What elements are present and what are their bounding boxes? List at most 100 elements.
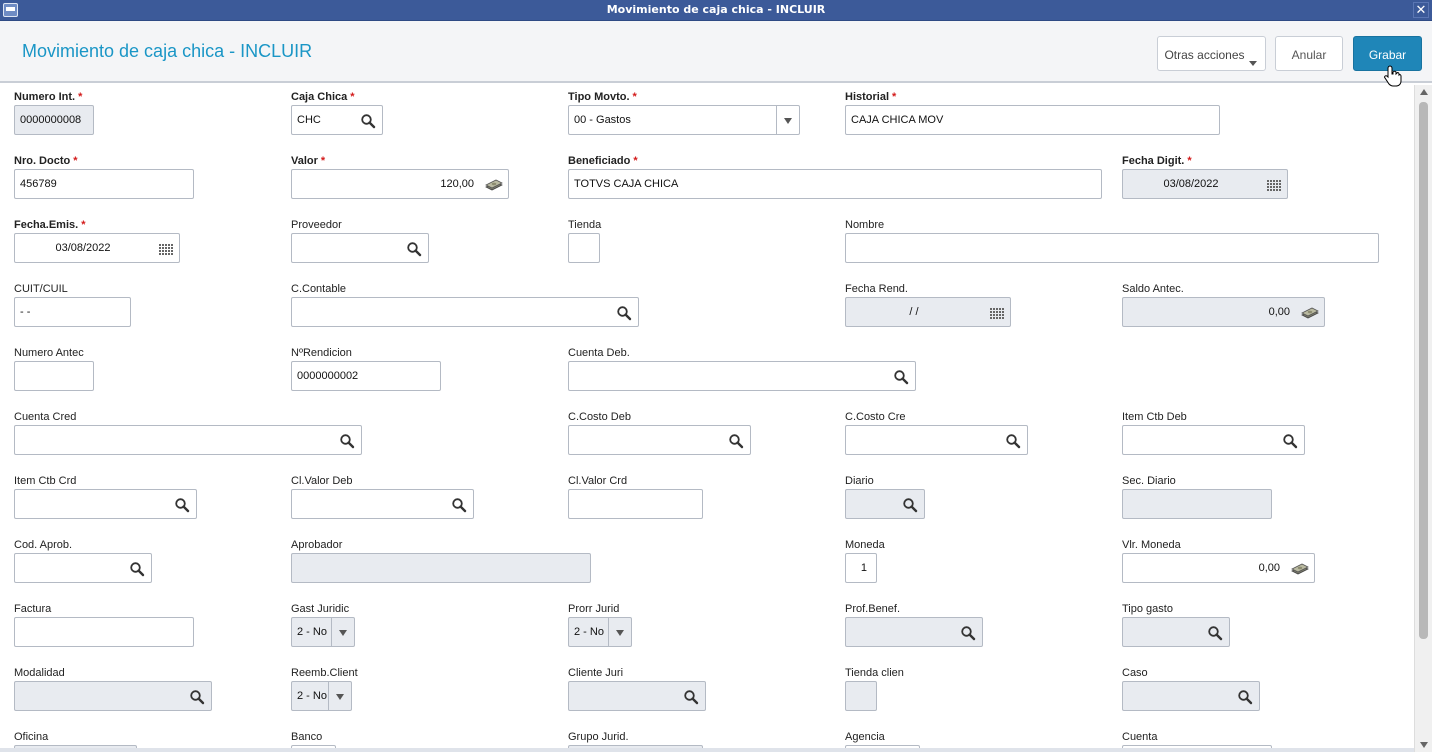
select-divider bbox=[608, 618, 609, 646]
prorr-jurid-input[interactable]: 2 - No bbox=[568, 617, 632, 647]
cancel-button[interactable]: Anular bbox=[1275, 36, 1343, 71]
numero-antec-input[interactable] bbox=[14, 361, 94, 391]
reemb-client-input[interactable]: 2 - No bbox=[291, 681, 352, 711]
numero-int-input[interactable]: 0000000008 bbox=[14, 105, 94, 135]
c-costo-cre-input[interactable] bbox=[845, 425, 1028, 455]
aprobador-input[interactable] bbox=[291, 553, 591, 583]
vertical-scrollbar[interactable] bbox=[1414, 85, 1432, 752]
nro-docto-input[interactable]: 456789 bbox=[14, 169, 194, 199]
tienda-input[interactable] bbox=[568, 233, 600, 263]
chevron-down-icon[interactable] bbox=[339, 630, 347, 636]
chevron-down-icon[interactable] bbox=[336, 694, 344, 700]
diario-input[interactable] bbox=[845, 489, 925, 519]
tienda-clien-input[interactable] bbox=[845, 681, 877, 711]
search-icon[interactable] bbox=[1207, 625, 1223, 641]
c-costo-deb-input[interactable] bbox=[568, 425, 751, 455]
field-value: 00 - Gastos bbox=[574, 114, 631, 126]
fecha-emis-input[interactable]: 03/08/2022 bbox=[14, 233, 180, 263]
search-icon[interactable] bbox=[339, 433, 355, 449]
field-label: C.Costo Cre bbox=[845, 411, 906, 423]
saldo-antec-input[interactable]: 0,00 bbox=[1122, 297, 1325, 327]
cl-valor-deb-input[interactable] bbox=[291, 489, 474, 519]
scroll-up-icon[interactable] bbox=[1420, 89, 1428, 95]
calendar-icon[interactable] bbox=[1266, 177, 1282, 193]
sec-diario-input[interactable] bbox=[1122, 489, 1272, 519]
field-prorr-jurid: Prorr Jurid 2 - No bbox=[568, 603, 642, 649]
field-label-text: Cl.Valor Crd bbox=[568, 475, 628, 487]
money-icon[interactable] bbox=[1301, 305, 1319, 321]
search-icon[interactable] bbox=[616, 305, 632, 321]
cuit-cuil-input[interactable]: - - bbox=[14, 297, 131, 327]
search-icon[interactable] bbox=[406, 241, 422, 257]
scroll-thumb[interactable] bbox=[1419, 102, 1428, 639]
search-icon[interactable] bbox=[129, 561, 145, 577]
field-label: Reemb.Client bbox=[291, 667, 358, 679]
calendar-icon[interactable] bbox=[989, 305, 1005, 321]
fecha-rend-input[interactable]: / / bbox=[845, 297, 1011, 327]
caja-chica-input[interactable]: CHC bbox=[291, 105, 383, 135]
field-c-costo-deb: C.Costo Deb bbox=[568, 411, 761, 457]
historial-input[interactable]: CAJA CHICA MOV bbox=[845, 105, 1220, 135]
search-icon[interactable] bbox=[189, 689, 205, 705]
search-icon[interactable] bbox=[728, 433, 744, 449]
select-divider bbox=[331, 618, 332, 646]
money-icon[interactable] bbox=[485, 177, 503, 193]
nombre-input[interactable] bbox=[845, 233, 1379, 263]
item-ctb-crd-input[interactable] bbox=[14, 489, 197, 519]
cuenta-deb-input[interactable] bbox=[568, 361, 916, 391]
field-cl-valor-crd: Cl.Valor Crd bbox=[568, 475, 713, 521]
field-label: Oficina bbox=[14, 731, 48, 743]
field-historial: Historial * CAJA CHICA MOV bbox=[845, 91, 1230, 137]
proveedor-input[interactable] bbox=[291, 233, 429, 263]
search-icon[interactable] bbox=[1237, 689, 1253, 705]
gast-juridic-input[interactable]: 2 - No bbox=[291, 617, 355, 647]
field-tipo-gasto: Tipo gasto bbox=[1122, 603, 1240, 649]
scroll-down-icon[interactable] bbox=[1420, 742, 1428, 748]
moneda-input[interactable]: 1 bbox=[845, 553, 877, 583]
cuenta-cred-input[interactable] bbox=[14, 425, 362, 455]
cl-valor-crd-input[interactable] bbox=[568, 489, 703, 519]
chevron-down-icon[interactable] bbox=[784, 118, 792, 124]
field-label-text: Tipo gasto bbox=[1122, 603, 1173, 615]
money-icon[interactable] bbox=[1291, 561, 1309, 577]
search-icon[interactable] bbox=[451, 497, 467, 513]
vlr-moneda-input[interactable]: 0,00 bbox=[1122, 553, 1315, 583]
cod-aprob-input[interactable] bbox=[14, 553, 152, 583]
item-ctb-deb-input[interactable] bbox=[1122, 425, 1305, 455]
field-cod-aprob: Cod. Aprob. bbox=[14, 539, 162, 585]
required-marker: * bbox=[78, 91, 83, 103]
field-aprobador: Aprobador bbox=[291, 539, 601, 585]
fecha-digit-input[interactable]: 03/08/2022 bbox=[1122, 169, 1288, 199]
page-header: Movimiento de caja chica - INCLUIR Otras… bbox=[0, 21, 1432, 87]
search-icon[interactable] bbox=[960, 625, 976, 641]
calendar-icon[interactable] bbox=[158, 241, 174, 257]
valor-input[interactable]: 120,00 bbox=[291, 169, 509, 199]
field-value: 456789 bbox=[20, 178, 57, 190]
field-cuit-cuil: CUIT/CUIL - - bbox=[14, 283, 141, 329]
search-icon[interactable] bbox=[893, 369, 909, 385]
c-contable-input[interactable] bbox=[291, 297, 639, 327]
field-label-text: C.Costo Deb bbox=[568, 411, 631, 423]
modalidad-input[interactable] bbox=[14, 681, 212, 711]
search-icon[interactable] bbox=[683, 689, 699, 705]
tipo-gasto-input[interactable] bbox=[1122, 617, 1230, 647]
search-icon[interactable] bbox=[902, 497, 918, 513]
factura-input[interactable] bbox=[14, 617, 194, 647]
search-icon[interactable] bbox=[1282, 433, 1298, 449]
chevron-down-icon[interactable] bbox=[616, 630, 624, 636]
search-icon[interactable] bbox=[360, 113, 376, 129]
field-label: Cuenta Cred bbox=[14, 411, 76, 423]
hand-cursor-icon bbox=[1384, 65, 1402, 87]
prof-benef-input[interactable] bbox=[845, 617, 983, 647]
field-label-text: Vlr. Moneda bbox=[1122, 539, 1181, 551]
cliente-juri-input[interactable] bbox=[568, 681, 706, 711]
n-rendicion-input[interactable]: 0000000002 bbox=[291, 361, 441, 391]
tipo-movto-input[interactable]: 00 - Gastos bbox=[568, 105, 800, 135]
field-label-text: Tienda bbox=[568, 219, 602, 231]
search-icon[interactable] bbox=[174, 497, 190, 513]
window-close-button[interactable]: ✕ bbox=[1413, 2, 1429, 18]
search-icon[interactable] bbox=[1005, 433, 1021, 449]
beneficiado-input[interactable]: TOTVS CAJA CHICA bbox=[568, 169, 1102, 199]
caso-input[interactable] bbox=[1122, 681, 1260, 711]
other-actions-button[interactable]: Otras acciones bbox=[1157, 36, 1266, 71]
